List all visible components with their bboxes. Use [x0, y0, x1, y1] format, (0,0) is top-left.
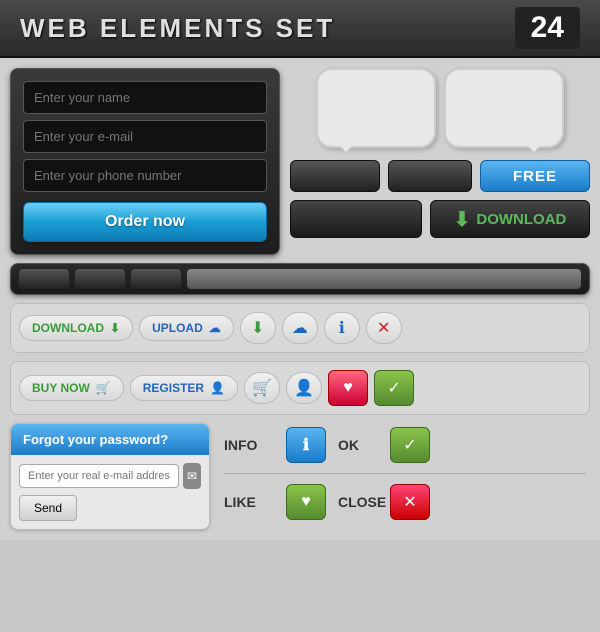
- download-label: DOWNLOAD: [476, 211, 566, 228]
- check-icon: ✓: [387, 378, 400, 398]
- icon-btn-info[interactable]: ℹ: [324, 312, 360, 344]
- divider: [224, 473, 586, 474]
- info-text-label: INFO: [224, 437, 274, 453]
- register-button[interactable]: REGISTER 👤: [130, 375, 238, 401]
- dark-button-small[interactable]: [290, 160, 380, 192]
- name-input[interactable]: [23, 81, 267, 114]
- ok-icon-button[interactable]: ✓: [390, 427, 430, 463]
- user-2-icon: 👤: [294, 378, 314, 398]
- password-email-input[interactable]: [19, 464, 179, 488]
- phone-input[interactable]: [23, 159, 267, 192]
- cart-2-icon: 🛒: [252, 378, 272, 398]
- download-action-label: DOWNLOAD: [32, 321, 104, 335]
- buy-now-button[interactable]: BUY NOW 🛒: [19, 375, 124, 401]
- like-icon-button[interactable]: ♥: [286, 484, 326, 520]
- email-input[interactable]: [23, 120, 267, 153]
- upload-action-label: UPLOAD: [152, 321, 203, 335]
- icon-btn-shield[interactable]: ⬇: [240, 312, 276, 344]
- register-label: REGISTER: [143, 381, 204, 395]
- form-panel: Order now: [10, 68, 280, 255]
- action-row-2: BUY NOW 🛒 REGISTER 👤 🛒 👤 ♥ ✓: [10, 361, 590, 415]
- heart-icon: ♥: [343, 379, 353, 397]
- info-circle-icon: ℹ: [339, 318, 345, 338]
- icon-btn-cart-2[interactable]: 🛒: [244, 372, 280, 404]
- progress-bar-row: [10, 263, 590, 295]
- download-button[interactable]: ⬇ DOWNLOAD: [430, 200, 590, 238]
- progress-segment-3: [131, 269, 181, 289]
- cart-icon: 🛒: [96, 381, 111, 395]
- cloud-icon: ☁: [292, 318, 308, 338]
- progress-filled: [187, 269, 581, 289]
- heart-btn[interactable]: ♥: [328, 370, 368, 406]
- ok-check-icon: ✓: [403, 435, 416, 455]
- x-icon: ✕: [377, 318, 390, 338]
- password-header: Forgot your password?: [11, 424, 209, 455]
- download-action-button[interactable]: DOWNLOAD ⬇: [19, 315, 133, 341]
- buttons-row-2: ⬇ DOWNLOAD: [290, 200, 590, 238]
- info-row: INFO ℹ OK ✓: [224, 427, 586, 463]
- password-body: ✉ Send: [11, 455, 209, 529]
- top-row: Order now FREE ⬇ DOWNLOAD: [10, 68, 590, 255]
- buy-now-label: BUY NOW: [32, 381, 90, 395]
- close-x-icon: ✕: [403, 492, 416, 512]
- close-text-label: CLOSE: [338, 494, 378, 510]
- buttons-row-1: FREE: [290, 160, 590, 192]
- password-input-row: ✉: [19, 463, 201, 489]
- ok-text-label: OK: [338, 437, 378, 453]
- info-panel: INFO ℹ OK ✓ LIKE ♥ CLOSE ✕: [220, 423, 590, 530]
- like-row: LIKE ♥ CLOSE ✕: [224, 484, 586, 520]
- upload-action-button[interactable]: UPLOAD ☁: [139, 315, 234, 341]
- header: WEB ELEMENTS SET 24: [0, 0, 600, 58]
- speech-bubble-left: [316, 68, 436, 148]
- upload-icon: ☁: [209, 321, 221, 335]
- user-icon: 👤: [210, 381, 225, 395]
- dark-button-medium[interactable]: [388, 160, 472, 192]
- send-button[interactable]: Send: [19, 495, 77, 521]
- icon-btn-close[interactable]: ✕: [366, 312, 402, 344]
- action-row-1: DOWNLOAD ⬇ UPLOAD ☁ ⬇ ☁ ℹ ✕: [10, 303, 590, 353]
- like-heart-icon: ♥: [301, 493, 311, 511]
- like-text-label: LIKE: [224, 494, 274, 510]
- download-arrow-icon: ⬇: [454, 207, 471, 232]
- shield-icon: ⬇: [251, 318, 264, 338]
- close-icon-button[interactable]: ✕: [390, 484, 430, 520]
- speech-bubbles-row: [290, 68, 590, 148]
- bottom-row: Forgot your password? ✉ Send INFO ℹ OK: [10, 423, 590, 530]
- info-icon-button[interactable]: ℹ: [286, 427, 326, 463]
- icon-btn-user-2[interactable]: 👤: [286, 372, 322, 404]
- icon-btn-cloud[interactable]: ☁: [282, 312, 318, 344]
- bubbles-panel: FREE ⬇ DOWNLOAD: [290, 68, 590, 255]
- progress-segment-1: [19, 269, 69, 289]
- password-panel: Forgot your password? ✉ Send: [10, 423, 210, 530]
- speech-bubble-right: [444, 68, 564, 148]
- download-icon: ⬇: [110, 321, 120, 335]
- info-icon: ℹ: [303, 435, 309, 455]
- header-number: 24: [515, 7, 580, 49]
- main-content: Order now FREE ⬇ DOWNLOAD: [0, 58, 600, 540]
- free-button[interactable]: FREE: [480, 160, 590, 192]
- envelope-icon: ✉: [187, 469, 197, 483]
- dark-button-full[interactable]: [290, 200, 422, 238]
- email-icon-button[interactable]: ✉: [183, 463, 201, 489]
- header-title: WEB ELEMENTS SET: [20, 13, 335, 44]
- order-button[interactable]: Order now: [23, 202, 267, 242]
- progress-segment-2: [75, 269, 125, 289]
- check-btn[interactable]: ✓: [374, 370, 414, 406]
